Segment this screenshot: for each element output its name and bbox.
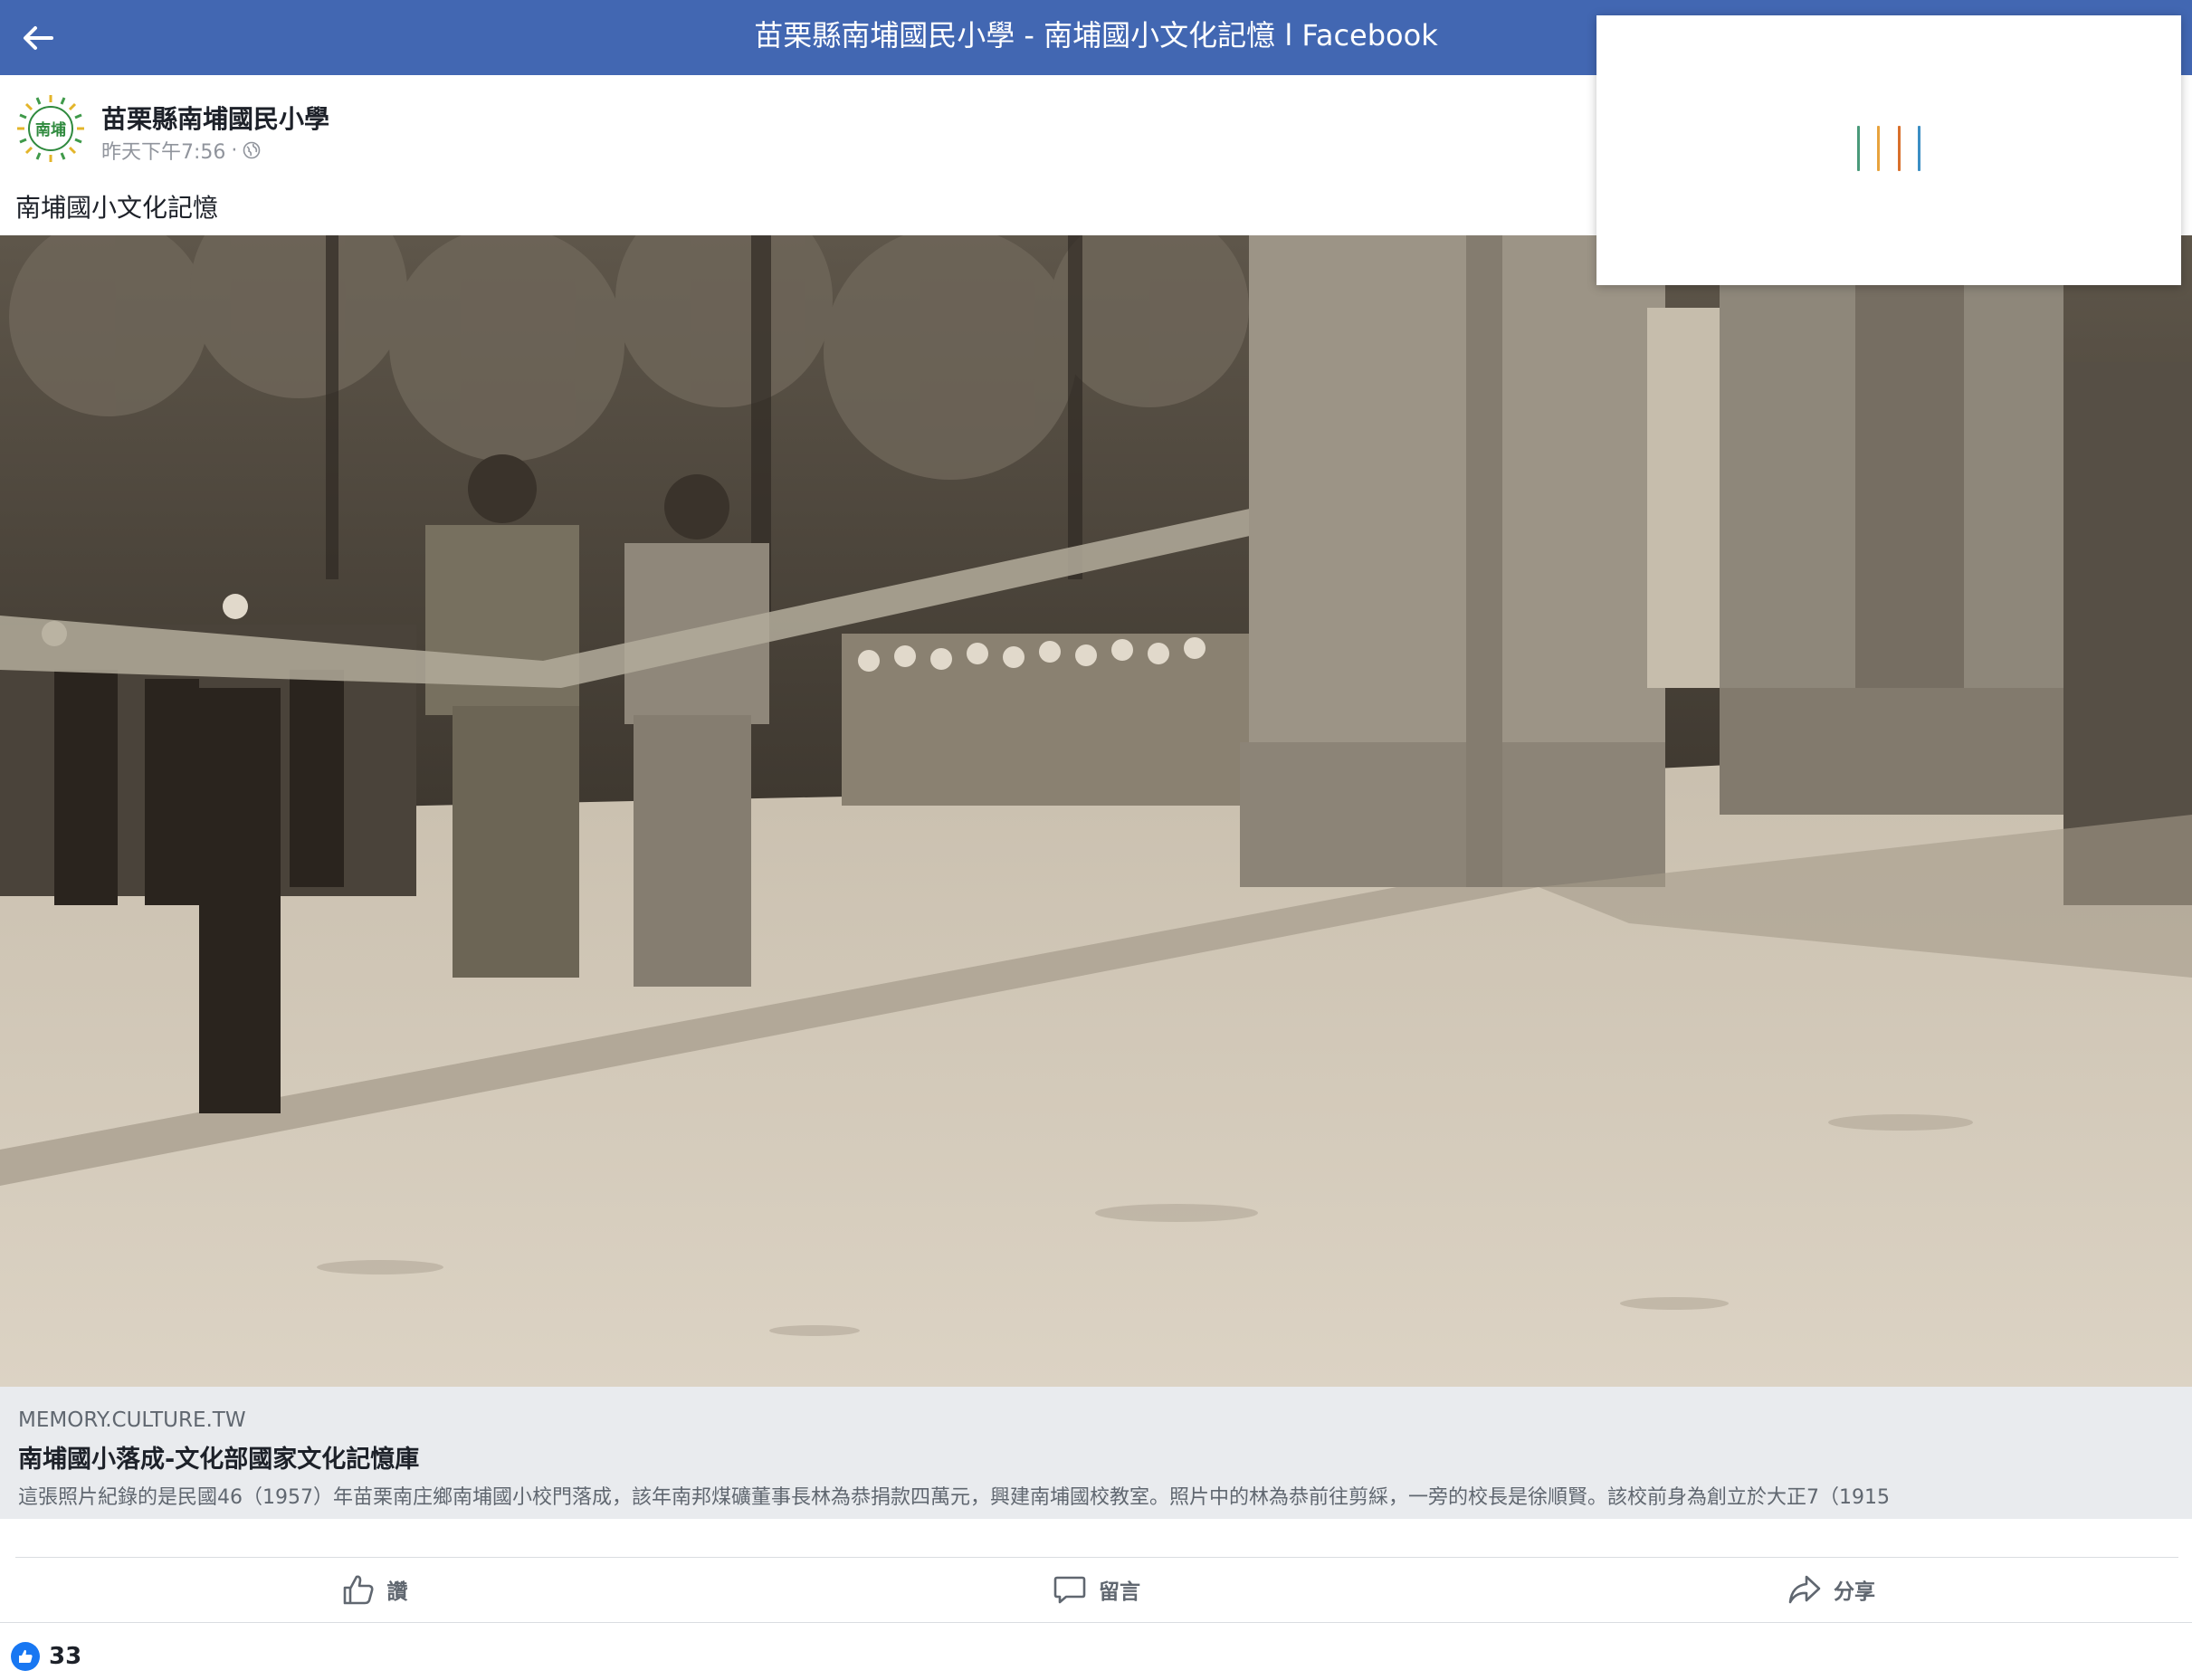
share-label: 分享 — [1834, 1580, 1875, 1604]
action-bar-divider-bottom — [0, 1622, 2192, 1623]
reaction-count: 33 — [49, 1643, 82, 1670]
share-button[interactable]: 分享 — [1713, 1559, 1949, 1620]
like-button[interactable]: 讚 — [256, 1559, 491, 1620]
comment-button[interactable]: 留言 — [978, 1559, 1214, 1620]
thumbs-up-icon — [343, 1575, 373, 1605]
avatar-text: 南埔 — [35, 120, 66, 139]
link-domain: MEMORY.CULTURE.TW — [18, 1408, 246, 1432]
loading-popup — [1596, 15, 2181, 285]
link-title[interactable]: 南埔國小落成-文化部國家文化記憶庫 — [18, 1439, 419, 1475]
post-photo[interactable] — [0, 235, 2192, 1387]
share-icon — [1788, 1575, 1821, 1604]
page-name-link[interactable]: 苗栗縣南埔國民小學 — [101, 100, 329, 136]
like-reaction-icon — [11, 1642, 40, 1671]
post-timestamp[interactable]: 昨天下午7:56 — [101, 136, 225, 165]
spinner-bar — [1857, 126, 1860, 171]
link-preview[interactable]: MEMORY.CULTURE.TW 南埔國小落成-文化部國家文化記憶庫 這張照片… — [0, 1387, 2192, 1519]
action-bar-divider-top — [15, 1557, 2178, 1558]
globe-icon — [243, 141, 261, 159]
comment-icon — [1053, 1576, 1086, 1604]
spinner-bar — [1917, 126, 1920, 171]
reactions-summary[interactable]: 33 — [11, 1640, 81, 1673]
loading-spinner-icon — [1857, 124, 1920, 171]
post-meta: 昨天下午7:56 · — [101, 136, 261, 165]
spinner-bar — [1877, 126, 1881, 171]
like-label: 讚 — [386, 1580, 408, 1604]
spinner-bar — [1897, 126, 1901, 171]
avatar[interactable]: 南埔 — [15, 93, 86, 164]
link-description: 這張照片紀錄的是民國46（1957）年苗栗南庄鄉南埔國小校門落成，該年南邦煤礦董… — [18, 1486, 1890, 1509]
meta-separator: · — [231, 138, 238, 162]
comment-label: 留言 — [1099, 1580, 1140, 1604]
post-text: 南埔國小文化記憶 — [15, 193, 219, 223]
